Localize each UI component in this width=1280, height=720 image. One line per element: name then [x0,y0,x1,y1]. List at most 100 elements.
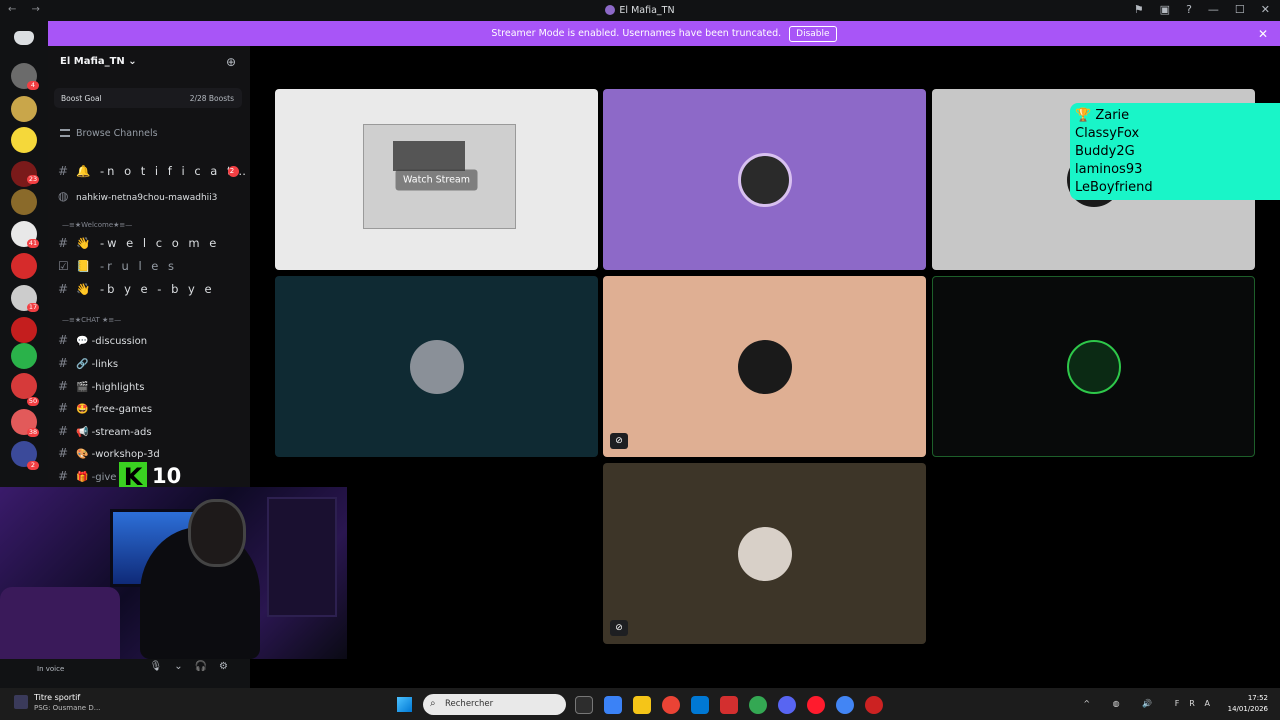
hash-icon: # [58,282,72,296]
voice-controls-icon[interactable]: 🎙⌄🎧⚙ [150,661,241,672]
hash-icon: # [58,164,72,178]
deafened-icon: ⊘ [610,433,628,449]
voice-icon: ◍ [58,189,69,203]
channel-give[interactable]: # 🎁 -give [58,469,116,483]
chrome-icon[interactable] [836,696,854,714]
close-window-button[interactable]: ✕ [1261,3,1270,16]
server-icon[interactable] [11,317,37,343]
mail-icon[interactable] [691,696,709,714]
language-indicator[interactable]: FRA [1175,699,1220,708]
participant-tile[interactable] [932,276,1255,457]
webcam-head [188,499,246,567]
avatar [737,339,792,394]
invite-icon[interactable]: ⊕ [226,55,236,69]
channel-highlights[interactable]: # 🎬 -highlights [58,379,144,393]
watch-stream-button[interactable]: Watch Stream [395,169,478,190]
channel-notifications[interactable]: # 🔔 -n o t i f i c a t… 2 [58,164,249,178]
flag-icon[interactable]: ⚑ [1134,3,1144,16]
participant-tile[interactable] [603,89,926,270]
title-bar: ← → El Mafia_TN ⚑ ▣ ? — ☐ ✕ [0,0,1280,21]
hash-icon: # [58,379,69,393]
supporter-name: LeBoyfriend [1075,180,1153,195]
discord-icon[interactable] [778,696,796,714]
supporter-name: 🏆 Zarie [1075,108,1130,123]
server-icon [605,5,616,15]
chrome-icon[interactable] [749,696,767,714]
banner-text: Streamer Mode is enabled. Usernames have… [491,28,782,39]
system-tray[interactable]: ^ ◍ 🔊 FRA [1083,699,1220,708]
deafened-icon: ⊘ [610,620,628,636]
disable-button[interactable]: Disable [789,25,837,42]
guild-header[interactable]: El Mafia_TN ⌄ [60,56,137,67]
rules-icon: ☑ [58,259,72,273]
clock[interactable]: 17:52 14/01/2026 [1228,693,1268,715]
app-icon[interactable] [865,696,883,714]
participant-tile[interactable]: ⊘ [603,276,926,457]
hash-icon: # [58,446,69,460]
channel-links[interactable]: # 🔗 -links [58,356,118,370]
maximize-button[interactable]: ☐ [1235,3,1245,16]
taskbar: Titre sportif PSG: Ousmane D... ⌕ Recherc… [0,688,1280,720]
boost-goal[interactable]: Boost Goal 2/28 Boosts [54,88,242,108]
streamer-mode-banner: Streamer Mode is enabled. Usernames have… [48,21,1280,46]
badge: 41 [27,239,39,248]
server-icon[interactable] [11,96,37,122]
copilot-icon[interactable] [604,696,622,714]
news-icon [14,695,28,709]
badge: 2 [27,461,39,470]
chrome-icon[interactable] [662,696,680,714]
webcam-sofa [0,587,120,659]
category-welcome[interactable]: —≡★Welcome★≡— [62,221,132,229]
discord-home-icon[interactable] [14,31,34,45]
channel-stream-ads[interactable]: # 📢 -stream-ads [58,424,152,438]
inbox-icon[interactable]: ▣ [1160,3,1170,16]
file-explorer-icon[interactable] [633,696,651,714]
badge: 17 [27,303,39,312]
channel-discussion[interactable]: # 💬 -discussion [58,333,147,347]
hash-icon: # [58,333,69,347]
category-chat[interactable]: —≡★CHAT ★≡— [62,316,121,324]
channel-free-games[interactable]: # 🤩 -free-games [58,401,152,415]
server-icon[interactable] [11,189,37,215]
task-view-icon[interactable] [575,696,593,714]
taskbar-search[interactable]: ⌕ Rechercher [423,694,566,715]
taskbar-apps [575,696,883,714]
channel-byebye[interactable]: # 👋 -b y e - b y e [58,282,215,296]
windows-start-icon[interactable] [397,697,412,712]
follower-count: 10 [152,464,182,488]
participant-tile[interactable] [275,276,598,457]
avatar [1066,339,1121,394]
badge: 38 [27,428,39,437]
badge: 50 [27,397,39,406]
channel-welcome[interactable]: # 👋 -w e l c o m e [58,236,219,250]
server-icon[interactable] [11,127,37,153]
window-title: El Mafia_TN [0,5,1280,16]
hash-icon: # [58,401,69,415]
server-icon[interactable] [11,343,37,369]
opera-icon[interactable] [807,696,825,714]
participant-tile[interactable]: ⊘ [603,463,926,644]
unread-badge: 2 [228,166,239,177]
hash-icon: # [58,356,69,370]
hash-icon: # [58,424,69,438]
voice-status: In voice [37,665,65,673]
supporter-name: laminos93 [1075,162,1143,177]
webcam-shelf [267,497,337,617]
close-icon[interactable]: ✕ [1258,27,1268,41]
avatar [737,526,792,581]
channel-nahkiw[interactable]: ◍ nahkiw-netna9chou-mawadhii3 [58,189,217,203]
supporter-name: Buddy2G [1075,144,1135,159]
minimize-button[interactable]: — [1208,3,1219,16]
server-icon[interactable] [11,373,37,399]
channel-workshop[interactable]: # 🎨 -workshop-3d [58,446,160,460]
browse-channels[interactable]: Browse Channels [60,128,158,139]
search-icon: ⌕ [430,698,436,709]
office-icon[interactable] [720,696,738,714]
badge: 4 [27,81,39,90]
server-icon[interactable] [11,253,37,279]
help-icon[interactable]: ? [1186,3,1192,16]
stream-tile[interactable]: Watch Stream [275,89,598,270]
channel-rules[interactable]: ☑ 📒 -r u l e s [58,259,177,273]
avatar [737,152,792,207]
hash-icon: # [58,236,72,250]
